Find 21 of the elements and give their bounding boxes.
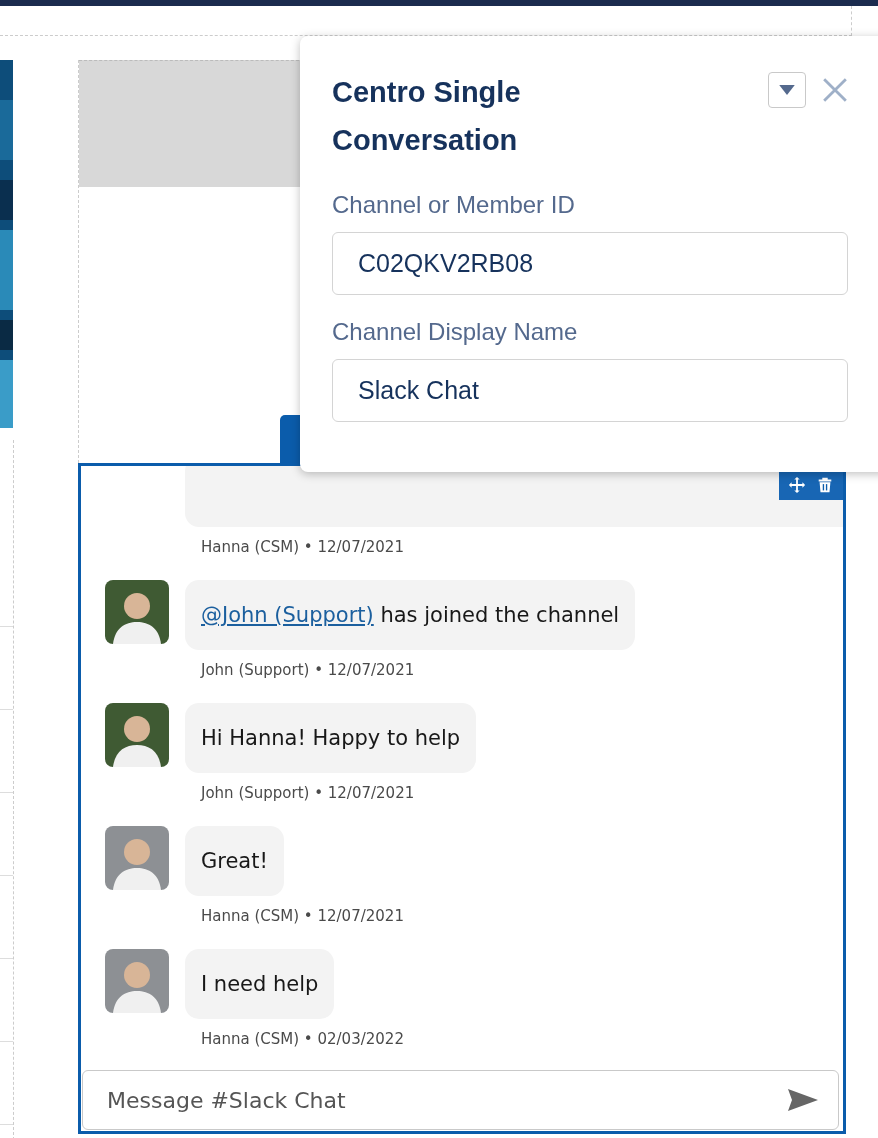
field-label: Channel Display Name — [332, 317, 579, 347]
message-meta: John (Support) • 12/07/2021 — [201, 660, 416, 681]
input-field[interactable]: C02QKV2RB08 — [332, 232, 848, 295]
message-meta: Hanna (CSM) • 02/03/2022 — [201, 1029, 405, 1050]
trash-icon[interactable] — [816, 476, 834, 494]
message-meta: Hanna (CSM) • 12/07/2021 — [201, 906, 405, 927]
move-icon[interactable] — [788, 476, 806, 494]
send-icon[interactable] — [787, 1088, 819, 1112]
message-text: I need help — [201, 972, 319, 996]
message-meta: Hanna (CSM) • 12/07/2021 — [201, 537, 405, 558]
message-text: @John (Support) has joined the channel — [201, 603, 620, 627]
input-field[interactable]: Slack Chat — [332, 359, 848, 422]
popover-title: Centro Single Conversation — [332, 75, 522, 158]
message-field[interactable]: Message #Slack Chat — [82, 1070, 839, 1130]
message-meta: John (Support) • 12/07/2021 — [201, 783, 416, 804]
mention-link[interactable]: @John (Support) — [201, 603, 374, 627]
message-text: Hi Hanna! Happy to help — [201, 726, 461, 750]
caret-icon — [779, 85, 795, 95]
field-label: Channel or Member ID — [332, 190, 576, 220]
message-text: Great! — [201, 849, 268, 873]
dropdown-button[interactable] — [768, 72, 806, 108]
